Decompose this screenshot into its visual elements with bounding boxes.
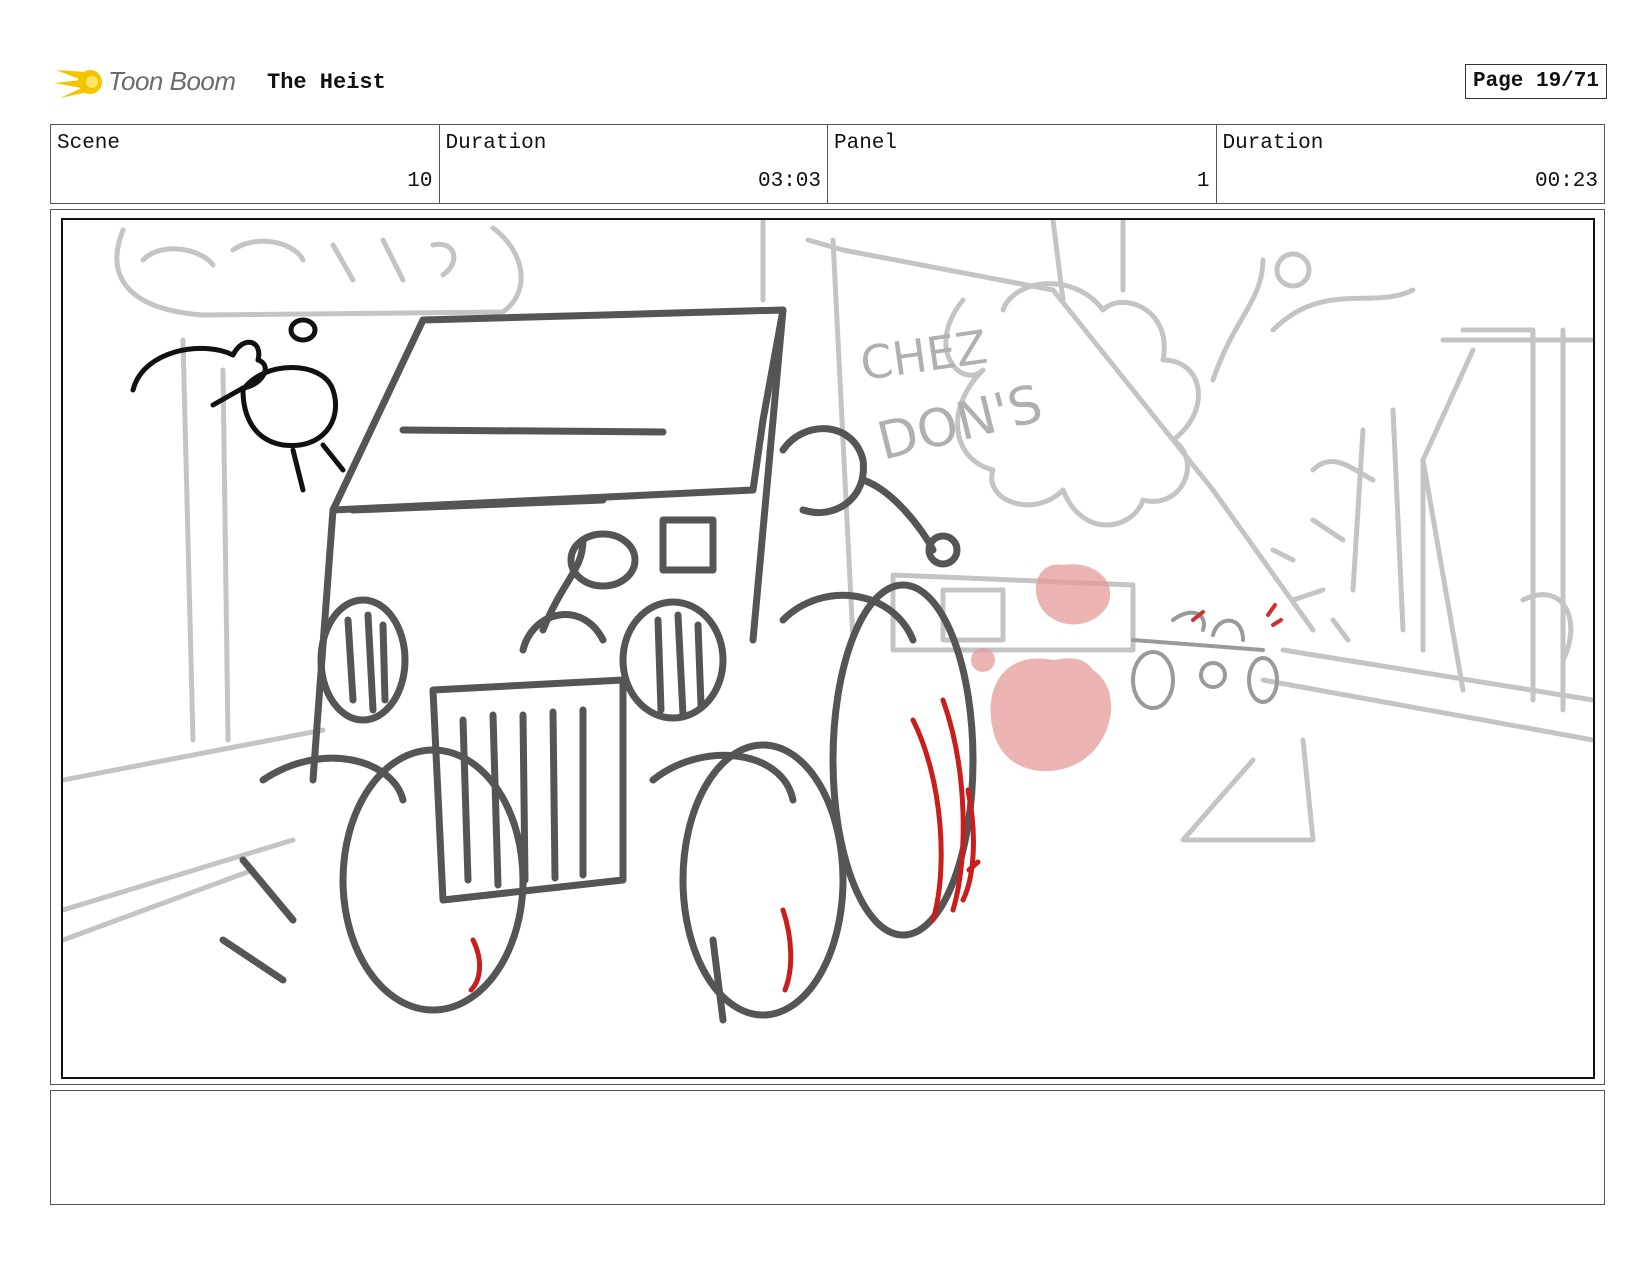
scene-info-bar: Scene 10 Duration 03:03 Panel 1 Duration… [50,124,1605,204]
panel-label: Panel [834,132,898,155]
panel-duration-label: Duration [1222,132,1324,155]
panel-duration-cell: Duration 00:23 [1217,125,1605,203]
sign-text-dons: DON'S [872,374,1049,473]
panel-value: 1 [1196,170,1210,193]
sign-text-chez: CHEZ [857,320,991,391]
car-chase-sketch: CHEZ DON'S [63,220,1593,1024]
logo-wordmark: Toon Boom [108,66,236,96]
panel-duration-value: 00:23 [1534,170,1598,193]
page-header: Toon Boom The Heist Page 19/71 [52,58,1607,108]
storyboard-panel-image: CHEZ DON'S [61,218,1595,1079]
page-indicator: Page 19/71 [1464,64,1607,99]
scene-duration-value: 03:03 [757,170,821,193]
toon-boom-logo-icon [54,70,102,98]
panel-cell: Panel 1 [828,125,1217,203]
document-title: The Heist [267,70,386,95]
scene-label: Scene [57,132,121,155]
scene-duration-label: Duration [445,132,547,155]
scene-cell: Scene 10 [51,125,440,203]
scene-value: 10 [407,170,433,193]
panel-notes-box [50,1090,1605,1205]
scene-duration-cell: Duration 03:03 [440,125,828,203]
